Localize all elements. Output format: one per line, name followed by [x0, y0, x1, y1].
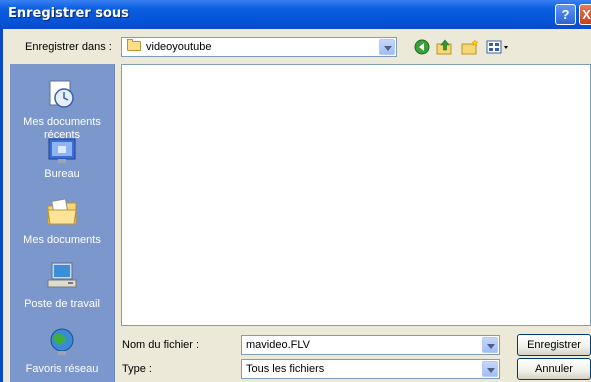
network-places-icon [50, 328, 74, 355]
save-button[interactable]: Enregistrer [517, 334, 591, 356]
filetype-value: Tous les fichiers [246, 363, 325, 375]
back-icon[interactable] [413, 39, 431, 55]
place-label: Poste de travail [24, 298, 100, 310]
my-documents-icon [47, 198, 77, 225]
filetype-label: Type : [122, 363, 152, 375]
my-computer-icon [47, 262, 77, 288]
chevron-down-icon[interactable] [482, 337, 498, 353]
close-button[interactable]: X [579, 4, 591, 25]
view-menu-icon[interactable] [486, 39, 510, 55]
cancel-button[interactable]: Annuler [517, 358, 591, 380]
chevron-down-icon[interactable] [379, 39, 395, 55]
help-button[interactable]: ? [555, 4, 576, 25]
filetype-dropdown[interactable]: Tous les fichiers [241, 359, 500, 379]
file-list[interactable] [121, 64, 591, 326]
window-title: Enregistrer sous [8, 6, 129, 21]
filename-label: Nom du fichier : [122, 339, 200, 351]
recent-documents-icon [49, 80, 74, 108]
save-in-label: Enregistrer dans : [25, 41, 112, 53]
places-bar: Mes documents récents Bureau Mes documen… [10, 64, 115, 382]
place-label: Favoris réseau [25, 363, 99, 375]
filename-input[interactable]: mavideo.FLV [241, 335, 500, 355]
filename-value: mavideo.FLV [246, 339, 310, 351]
chevron-down-icon[interactable] [482, 361, 498, 377]
title-bar[interactable]: Enregistrer sous ? X [0, 0, 591, 29]
save-in-dropdown[interactable]: videoyoutube [121, 37, 397, 57]
folder-icon [127, 39, 141, 51]
place-label: Bureau [44, 168, 80, 180]
new-folder-icon[interactable] [461, 39, 479, 55]
desktop-icon [48, 138, 76, 163]
window-left-border [0, 29, 3, 382]
save-in-value: videoyoutube [146, 41, 212, 53]
up-folder-icon[interactable] [436, 39, 454, 55]
place-label: Mes documents [23, 234, 101, 246]
